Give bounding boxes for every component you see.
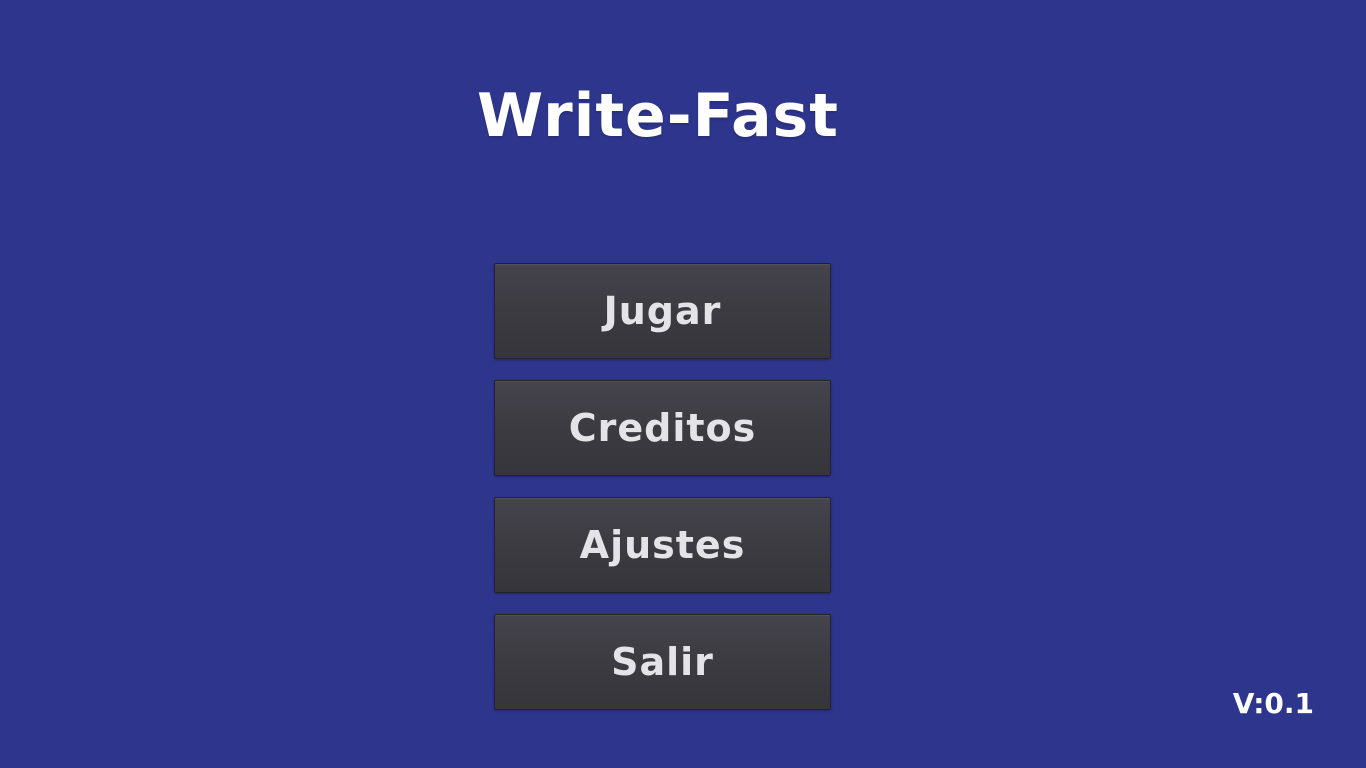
main-menu: Jugar Creditos Ajustes Salir (494, 263, 831, 710)
play-button[interactable]: Jugar (494, 263, 831, 359)
settings-button-label: Ajustes (579, 523, 746, 567)
settings-button[interactable]: Ajustes (494, 497, 831, 593)
play-button-label: Jugar (603, 289, 722, 333)
version-label: V:0.1 (1232, 687, 1314, 720)
game-title: Write-Fast (477, 81, 839, 151)
exit-button-label: Salir (611, 640, 714, 684)
credits-button-label: Creditos (568, 406, 757, 450)
credits-button[interactable]: Creditos (494, 380, 831, 476)
exit-button[interactable]: Salir (494, 614, 831, 710)
